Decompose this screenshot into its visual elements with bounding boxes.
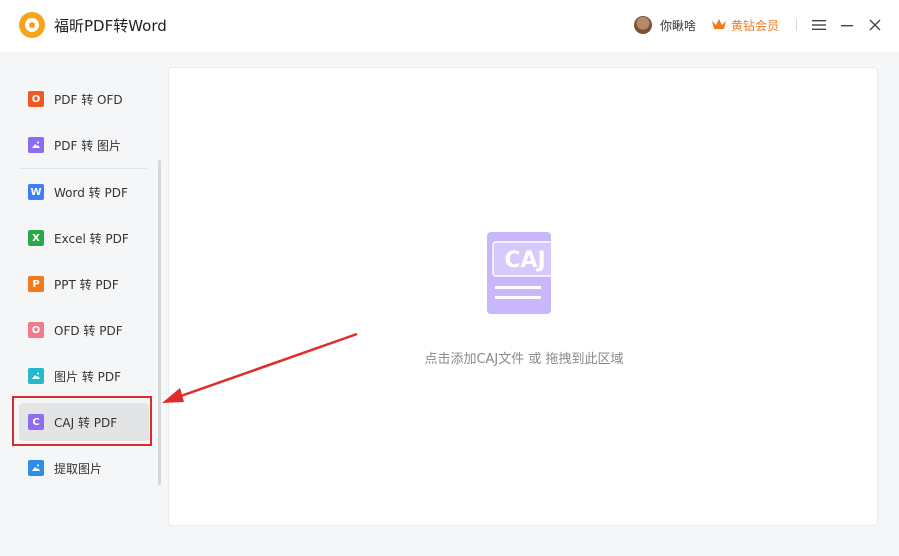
excel-icon: X	[28, 230, 44, 246]
menu-button[interactable]	[809, 15, 829, 35]
sidebar-item-label: OFD 转 PDF	[54, 324, 123, 338]
sidebar-item-label: PDF 转 OFD	[54, 93, 123, 107]
image-icon	[28, 368, 44, 384]
annotation-highlight-box	[12, 396, 152, 446]
image-icon	[28, 137, 44, 153]
app-title: 福昕PDF转Word	[54, 17, 167, 35]
image-icon	[28, 460, 44, 476]
sidebar-item-ppt-to-pdf[interactable]: P PPT 转 PDF	[19, 265, 149, 303]
minimize-button[interactable]	[837, 15, 857, 35]
sidebar-item-label: 提取图片	[54, 462, 103, 476]
sidebar-item-pdf-to-image[interactable]: PDF 转 图片	[19, 126, 149, 164]
ofd-icon: O	[28, 91, 44, 107]
sidebar-item-extract-images[interactable]: 提取图片	[19, 449, 149, 487]
sidebar-scrollbar[interactable]	[158, 160, 161, 485]
sidebar-item-ofd-to-pdf[interactable]: O OFD 转 PDF	[19, 311, 149, 349]
minimize-icon	[841, 25, 853, 27]
user-avatar[interactable]	[634, 16, 652, 34]
drop-zone[interactable]: CAJ 点击添加CAJ文件 或 拖拽到此区域	[168, 67, 878, 526]
menu-icon	[812, 20, 826, 30]
word-icon: W	[28, 184, 44, 200]
sidebar-item-image-to-pdf[interactable]: 图片 转 PDF	[19, 357, 149, 395]
sidebar-item-label: PPT 转 PDF	[54, 278, 119, 292]
sidebar-item-pdf-to-ofd[interactable]: O PDF 转 OFD	[19, 80, 149, 118]
caj-file-icon: CAJ	[487, 232, 558, 314]
user-name[interactable]: 你瞅啥	[660, 17, 696, 34]
sidebar-item-label: PDF 转 图片	[54, 139, 122, 153]
app-logo-icon	[19, 12, 45, 38]
sidebar-divider	[19, 168, 147, 169]
sidebar-item-excel-to-pdf[interactable]: X Excel 转 PDF	[19, 219, 149, 257]
caj-file-icon-label: CAJ	[504, 248, 545, 273]
title-bar: 福昕PDF转Word 你瞅啥 黄钻会员	[0, 0, 899, 52]
ppt-icon: P	[28, 276, 44, 292]
sidebar-item-label: 图片 转 PDF	[54, 370, 122, 384]
close-button[interactable]	[865, 15, 885, 35]
vip-label[interactable]: 黄钻会员	[731, 17, 779, 34]
drop-hint: 点击添加CAJ文件 或 拖拽到此区域	[424, 352, 624, 367]
close-icon	[869, 19, 881, 31]
sidebar-item-word-to-pdf[interactable]: W Word 转 PDF	[19, 173, 149, 211]
header-separator	[796, 19, 797, 31]
ofd-icon: O	[28, 322, 44, 338]
sidebar-item-label: Excel 转 PDF	[54, 232, 129, 246]
crown-icon[interactable]	[711, 17, 727, 31]
sidebar-item-label: Word 转 PDF	[54, 186, 128, 200]
